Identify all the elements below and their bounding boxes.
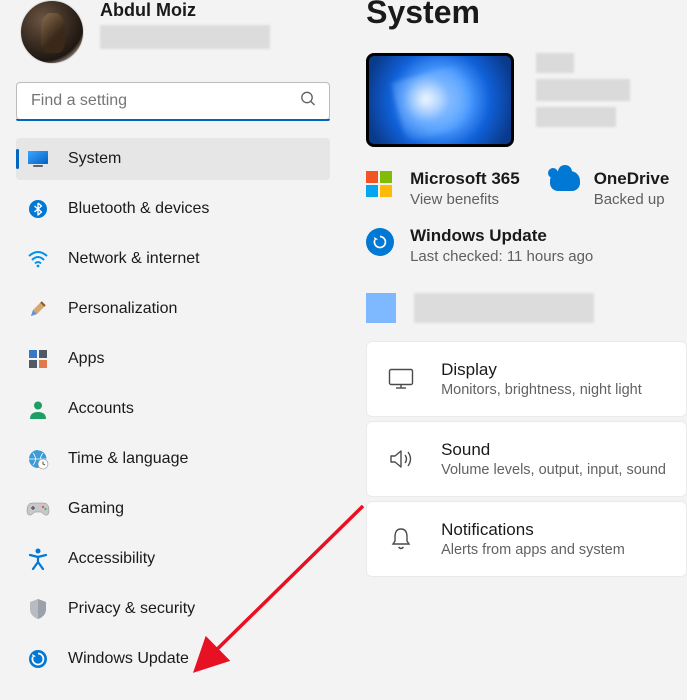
search-icon [300, 91, 316, 112]
nav-item-gaming[interactable]: Gaming [16, 488, 330, 530]
windows-update-card[interactable]: Windows Update Last checked: 11 hours ag… [366, 226, 593, 265]
avatar [20, 0, 84, 64]
system-icon [26, 147, 50, 171]
nav-list: System Bluetooth & devices Network & int… [16, 138, 330, 680]
user-header[interactable]: Abdul Moiz [16, 0, 330, 82]
setting-notifications[interactable]: Notifications Alerts from apps and syste… [366, 501, 687, 577]
banner-icon-redacted [366, 293, 396, 323]
nav-item-system[interactable]: System [16, 138, 330, 180]
user-email-redacted [100, 25, 270, 49]
onedrive-icon [550, 171, 578, 199]
gamepad-icon [26, 497, 50, 521]
nav-label: Personalization [68, 300, 177, 318]
microsoft-365-icon [366, 171, 394, 199]
apps-icon [26, 347, 50, 371]
bell-icon [387, 525, 415, 553]
nav-item-accounts[interactable]: Accounts [16, 388, 330, 430]
device-info [536, 53, 630, 147]
update-icon [366, 228, 394, 256]
nav-item-apps[interactable]: Apps [16, 338, 330, 380]
nav-label: Gaming [68, 500, 124, 518]
paintbrush-icon [26, 297, 50, 321]
card-sub: View benefits [410, 191, 520, 208]
banner-redacted [366, 293, 687, 323]
card-sub: Last checked: 11 hours ago [410, 248, 593, 265]
nav-label: Accounts [68, 400, 134, 418]
nav-label: Network & internet [68, 250, 200, 268]
search-input[interactable] [16, 82, 330, 120]
nav-item-bluetooth[interactable]: Bluetooth & devices [16, 188, 330, 230]
nav-item-privacy[interactable]: Privacy & security [16, 588, 330, 630]
nav-label: Accessibility [68, 550, 155, 568]
device-name-redacted [536, 53, 574, 73]
nav-label: System [68, 150, 121, 168]
card-title: Windows Update [410, 226, 593, 246]
card-title: OneDrive [594, 169, 670, 189]
update-icon [26, 647, 50, 671]
setting-title: Notifications [441, 520, 625, 540]
display-icon [387, 365, 415, 393]
nav-label: Time & language [68, 450, 188, 468]
bluetooth-icon [26, 197, 50, 221]
person-icon [26, 397, 50, 421]
nav-item-network[interactable]: Network & internet [16, 238, 330, 280]
setting-sound[interactable]: Sound Volume levels, output, input, soun… [366, 421, 687, 497]
setting-sub: Alerts from apps and system [441, 542, 625, 558]
shield-icon [26, 597, 50, 621]
search-focus-underline [16, 119, 330, 121]
setting-display[interactable]: Display Monitors, brightness, night ligh… [366, 341, 687, 417]
nav-label: Privacy & security [68, 600, 195, 618]
sound-icon [387, 445, 415, 473]
globe-clock-icon [26, 447, 50, 471]
card-sub: Backed up [594, 191, 670, 208]
setting-sub: Volume levels, output, input, sound [441, 462, 666, 478]
page-title: System [366, 0, 687, 31]
device-rename-redacted [536, 107, 616, 127]
nav-item-personalization[interactable]: Personalization [16, 288, 330, 330]
user-name: Abdul Moiz [100, 0, 326, 21]
nav-item-windows-update[interactable]: Windows Update [16, 638, 330, 680]
setting-title: Display [441, 360, 642, 380]
onedrive-card[interactable]: OneDrive Backed up [550, 169, 670, 208]
setting-title: Sound [441, 440, 666, 460]
device-model-redacted [536, 79, 630, 101]
nav-label: Windows Update [68, 650, 189, 668]
setting-sub: Monitors, brightness, night light [441, 382, 642, 398]
accessibility-icon [26, 547, 50, 571]
wifi-icon [26, 247, 50, 271]
banner-text-redacted [414, 293, 594, 323]
search-box[interactable] [16, 82, 330, 120]
desktop-preview[interactable] [366, 53, 514, 147]
nav-label: Apps [68, 350, 104, 368]
card-title: Microsoft 365 [410, 169, 520, 189]
nav-item-accessibility[interactable]: Accessibility [16, 538, 330, 580]
microsoft-365-card[interactable]: Microsoft 365 View benefits [366, 169, 520, 208]
nav-item-time[interactable]: Time & language [16, 438, 330, 480]
nav-label: Bluetooth & devices [68, 200, 209, 218]
